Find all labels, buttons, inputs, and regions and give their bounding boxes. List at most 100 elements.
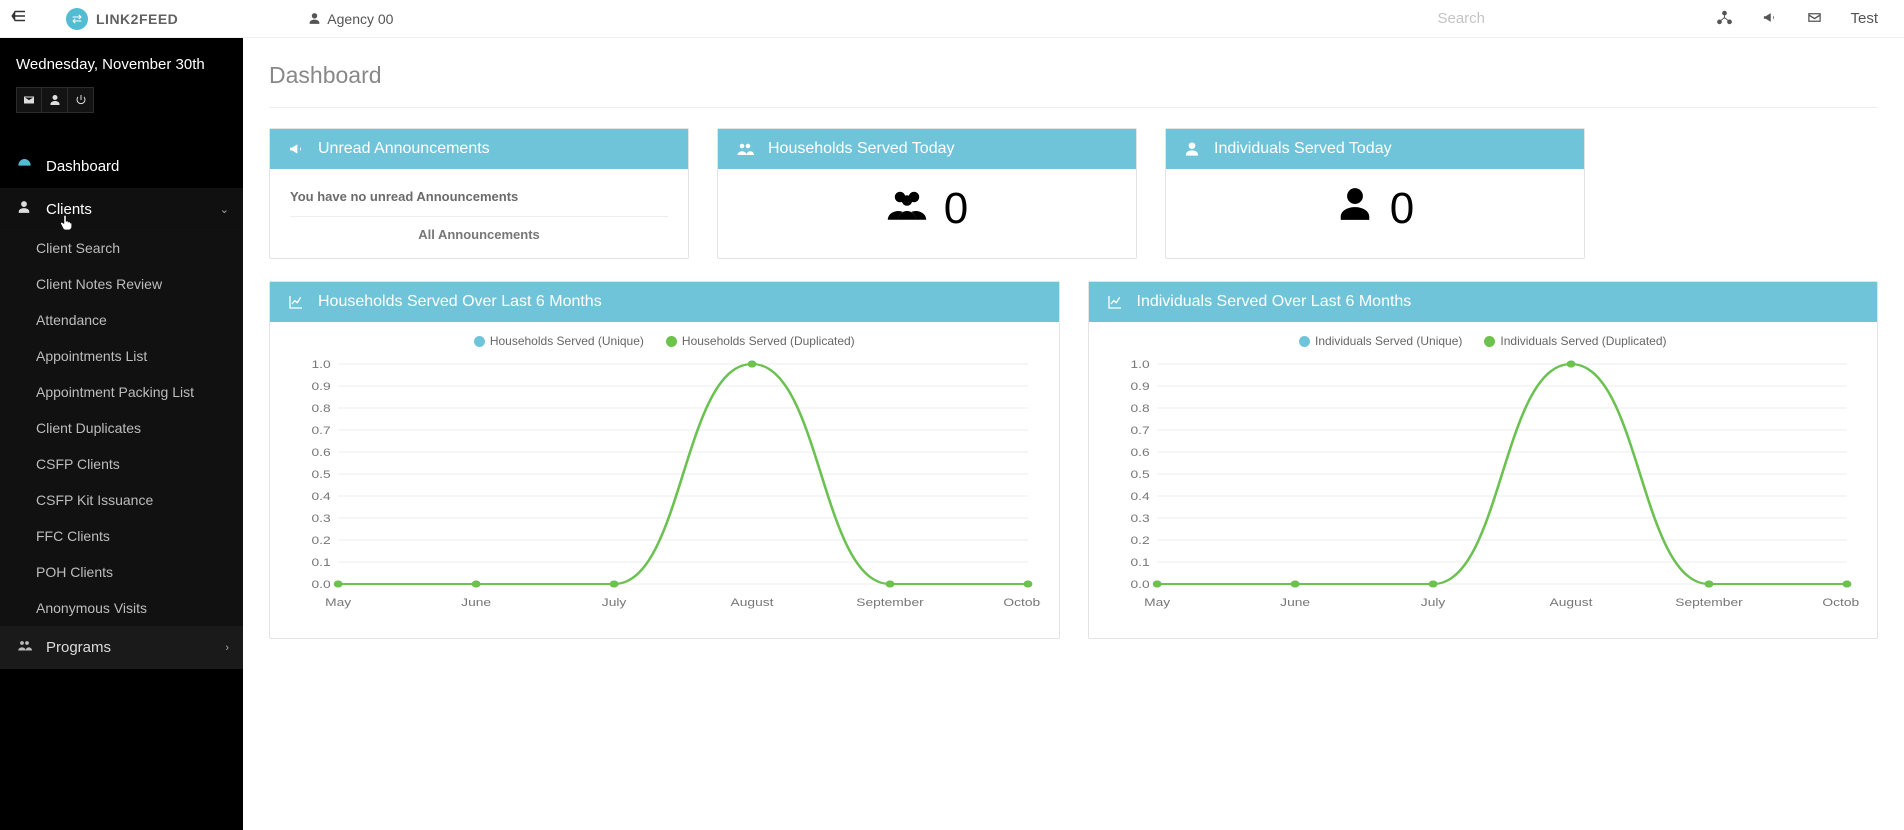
svg-text:0.5: 0.5 bbox=[1130, 468, 1149, 480]
sidebar-subitem-appointment-packing-list[interactable]: Appointment Packing List bbox=[0, 374, 243, 410]
users-icon bbox=[736, 140, 754, 158]
announcement-empty-text: You have no unread Announcements bbox=[290, 185, 668, 217]
svg-text:October: October bbox=[1003, 596, 1040, 608]
all-announcements-link[interactable]: All Announcements bbox=[290, 217, 668, 242]
sidebar-date: Wednesday, November 30th bbox=[16, 56, 227, 73]
sidebar-item-label: Clients bbox=[46, 201, 92, 218]
svg-text:0.0: 0.0 bbox=[1130, 578, 1149, 590]
search-input[interactable] bbox=[1437, 10, 1697, 27]
legend-unique: Individuals Served (Unique) bbox=[1315, 334, 1462, 348]
sidebar-subitem-anonymous-visits[interactable]: Anonymous Visits bbox=[0, 590, 243, 626]
chart-legend: Households Served (Unique) Households Se… bbox=[288, 334, 1041, 348]
svg-text:September: September bbox=[856, 596, 923, 608]
svg-text:0.1: 0.1 bbox=[1130, 556, 1149, 568]
svg-text:July: July bbox=[602, 596, 627, 608]
sidebar-subitem-csfp-clients[interactable]: CSFP Clients bbox=[0, 446, 243, 482]
users-icon bbox=[886, 183, 928, 235]
users-icon bbox=[16, 638, 32, 657]
logo-icon: ⇄ bbox=[66, 8, 88, 30]
card-title: Households Served Today bbox=[768, 140, 955, 158]
page-title: Dashboard bbox=[269, 62, 1878, 89]
svg-text:0.3: 0.3 bbox=[1130, 512, 1149, 524]
legend-duplicated: Households Served (Duplicated) bbox=[682, 334, 855, 348]
agency-label: Agency 00 bbox=[327, 11, 393, 27]
bullhorn-icon[interactable] bbox=[1762, 10, 1777, 28]
svg-text:June: June bbox=[461, 596, 491, 608]
chart-legend: Individuals Served (Unique) Individuals … bbox=[1107, 334, 1860, 348]
chart-individuals: 0.00.10.20.30.40.50.60.70.80.91.0MayJune… bbox=[1107, 354, 1860, 614]
svg-text:July: July bbox=[1420, 596, 1445, 608]
svg-text:0.9: 0.9 bbox=[311, 380, 330, 392]
mail-icon[interactable] bbox=[1807, 10, 1822, 28]
svg-text:0.7: 0.7 bbox=[311, 424, 330, 436]
households-today-value: 0 bbox=[944, 184, 968, 234]
sidebar-subitem-client-notes-review[interactable]: Client Notes Review bbox=[0, 266, 243, 302]
sidebar-item-programs[interactable]: Programs › bbox=[0, 626, 243, 669]
svg-text:0.6: 0.6 bbox=[311, 446, 330, 458]
sidebar-user-button[interactable] bbox=[42, 87, 68, 113]
sidebar-power-button[interactable] bbox=[68, 87, 94, 113]
sidebar-item-label: Programs bbox=[46, 639, 111, 656]
card-title: Unread Announcements bbox=[318, 140, 490, 158]
card-households-chart: Households Served Over Last 6 Months Hou… bbox=[269, 281, 1060, 639]
svg-text:May: May bbox=[1144, 596, 1171, 608]
card-individuals-today: Individuals Served Today 0 bbox=[1165, 128, 1585, 259]
chevron-down-icon: ⌄ bbox=[220, 203, 229, 216]
svg-text:0.3: 0.3 bbox=[311, 512, 330, 524]
sidebar-submenu-clients: Client SearchClient Notes ReviewAttendan… bbox=[0, 230, 243, 626]
sidebar-subitem-appointments-list[interactable]: Appointments List bbox=[0, 338, 243, 374]
bullhorn-icon bbox=[288, 141, 304, 157]
chevron-right-icon: › bbox=[225, 642, 229, 654]
card-individuals-chart: Individuals Served Over Last 6 Months In… bbox=[1088, 281, 1879, 639]
svg-text:August: August bbox=[731, 596, 775, 608]
svg-text:0.9: 0.9 bbox=[1130, 380, 1149, 392]
sidebar-subitem-ffc-clients[interactable]: FFC Clients bbox=[0, 518, 243, 554]
svg-text:June: June bbox=[1280, 596, 1310, 608]
sidebar-quick-buttons bbox=[16, 87, 227, 113]
individuals-today-value: 0 bbox=[1390, 184, 1414, 234]
sidebar-item-label: Dashboard bbox=[46, 158, 119, 175]
logo[interactable]: ⇄ LINK2FEED bbox=[66, 8, 178, 30]
user-icon bbox=[1336, 185, 1374, 233]
svg-text:1.0: 1.0 bbox=[1130, 358, 1149, 370]
svg-text:0.2: 0.2 bbox=[1130, 534, 1149, 546]
topbar: ⇄ LINK2FEED Agency 00 Test bbox=[0, 0, 1904, 38]
sidebar-subitem-client-search[interactable]: Client Search bbox=[0, 230, 243, 266]
sidebar-subitem-csfp-kit-issuance[interactable]: CSFP Kit Issuance bbox=[0, 482, 243, 518]
chart-households: 0.00.10.20.30.40.50.60.70.80.91.0MayJune… bbox=[288, 354, 1041, 614]
legend-duplicated: Individuals Served (Duplicated) bbox=[1500, 334, 1666, 348]
dashboard-icon bbox=[16, 157, 32, 176]
chart-icon bbox=[1107, 294, 1123, 310]
svg-text:0.6: 0.6 bbox=[1130, 446, 1149, 458]
card-title: Individuals Served Over Last 6 Months bbox=[1137, 293, 1412, 311]
card-title: Households Served Over Last 6 Months bbox=[318, 293, 602, 311]
legend-unique: Households Served (Unique) bbox=[490, 334, 644, 348]
user-icon bbox=[16, 200, 32, 218]
svg-text:0.8: 0.8 bbox=[1130, 402, 1149, 414]
svg-text:May: May bbox=[325, 596, 352, 608]
sidebar-subitem-attendance[interactable]: Attendance bbox=[0, 302, 243, 338]
chart-icon bbox=[288, 294, 304, 310]
sidebar-subitem-poh-clients[interactable]: POH Clients bbox=[0, 554, 243, 590]
svg-text:0.1: 0.1 bbox=[311, 556, 330, 568]
sidebar-item-dashboard[interactable]: Dashboard bbox=[0, 145, 243, 188]
svg-text:0.4: 0.4 bbox=[311, 490, 330, 502]
svg-text:0.2: 0.2 bbox=[311, 534, 330, 546]
sidebar: Wednesday, November 30th Dashboard Clien… bbox=[0, 38, 243, 830]
svg-text:September: September bbox=[1675, 596, 1742, 608]
svg-text:0.4: 0.4 bbox=[1130, 490, 1149, 502]
user-label[interactable]: Test bbox=[1850, 10, 1878, 27]
network-icon[interactable] bbox=[1717, 10, 1732, 28]
card-households-today: Households Served Today 0 bbox=[717, 128, 1137, 259]
card-title: Individuals Served Today bbox=[1214, 140, 1392, 158]
card-announcements: Unread Announcements You have no unread … bbox=[269, 128, 689, 259]
logo-text: LINK2FEED bbox=[96, 11, 178, 27]
sidebar-item-clients[interactable]: Clients ⌄ bbox=[0, 188, 243, 230]
sidebar-subitem-client-duplicates[interactable]: Client Duplicates bbox=[0, 410, 243, 446]
svg-text:0.5: 0.5 bbox=[311, 468, 330, 480]
menu-toggle-icon[interactable] bbox=[0, 7, 38, 30]
sidebar-mail-button[interactable] bbox=[16, 87, 42, 113]
agency-selector[interactable]: Agency 00 bbox=[308, 11, 393, 27]
svg-text:0.8: 0.8 bbox=[311, 402, 330, 414]
svg-text:1.0: 1.0 bbox=[311, 358, 330, 370]
